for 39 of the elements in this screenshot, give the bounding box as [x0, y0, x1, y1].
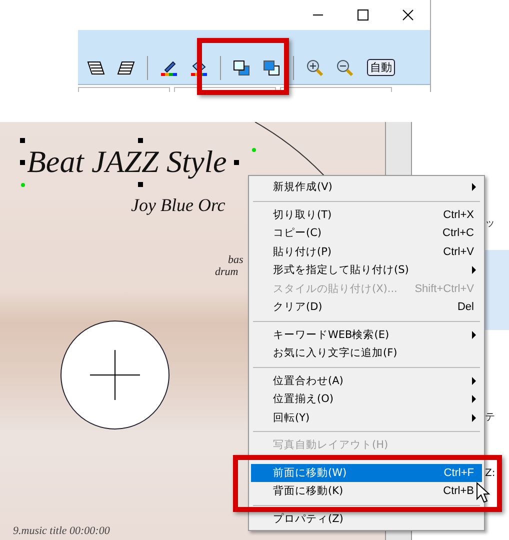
selection-handle[interactable]: [138, 182, 143, 187]
menu-item[interactable]: 位置合わせ(A): [251, 372, 482, 390]
credit-text: bas: [228, 254, 244, 266]
selection-handle[interactable]: [20, 160, 25, 165]
menu-item[interactable]: 新規作成(V): [251, 178, 482, 196]
mouse-cursor-icon: [476, 482, 490, 504]
submenu-arrow-icon: [472, 330, 476, 339]
menu-item[interactable]: コピー(C) Ctrl+C: [251, 224, 482, 242]
selection-handle[interactable]: [234, 160, 239, 165]
album-title: Beat JAZZ Style: [27, 144, 227, 180]
credit-text: drum: [215, 266, 238, 278]
menu-item[interactable]: 回転(Y): [251, 408, 482, 427]
track-title: 9.music title 00:00:00: [13, 525, 110, 537]
submenu-arrow-icon: [472, 414, 476, 422]
panel-text: テ: [485, 412, 495, 424]
menu-item[interactable]: キーワードWEB検索(E): [251, 326, 482, 344]
close-icon: [402, 9, 414, 21]
panel-text: ッ: [485, 218, 495, 230]
menu-item[interactable]: 前面に移動(W) Ctrl+F: [251, 464, 482, 482]
rotation-handle[interactable]: [252, 148, 256, 152]
selection-handle[interactable]: [138, 138, 143, 143]
menu-item[interactable]: 位置揃え(O): [251, 390, 482, 408]
panel-text: Z:: [485, 468, 496, 480]
submenu-arrow-icon: [472, 183, 476, 192]
auto-button[interactable]: 自動: [367, 59, 395, 76]
submenu-arrow-icon: [472, 395, 476, 404]
album-subtitle: Joy Blue Orc: [131, 195, 226, 216]
menu-item[interactable]: 貼り付け(P) Ctrl+V: [251, 242, 482, 261]
menu-item[interactable]: 切り取り(T) Ctrl+X: [251, 206, 482, 224]
selection-handle[interactable]: [20, 138, 25, 143]
maximize-icon: [356, 9, 368, 21]
minimize-icon: [312, 14, 324, 16]
menu-item[interactable]: クリア(D) Del: [251, 298, 482, 316]
menu-item[interactable]: お気に入り文字に追加(F): [251, 344, 482, 362]
submenu-arrow-icon: [472, 376, 476, 385]
rotation-handle[interactable]: [21, 183, 25, 187]
menu-item[interactable]: プロパティ(Z): [251, 510, 482, 528]
submenu-arrow-icon: [472, 266, 476, 274]
menu-item[interactable]: 形式を指定して貼り付け(S): [251, 261, 482, 280]
